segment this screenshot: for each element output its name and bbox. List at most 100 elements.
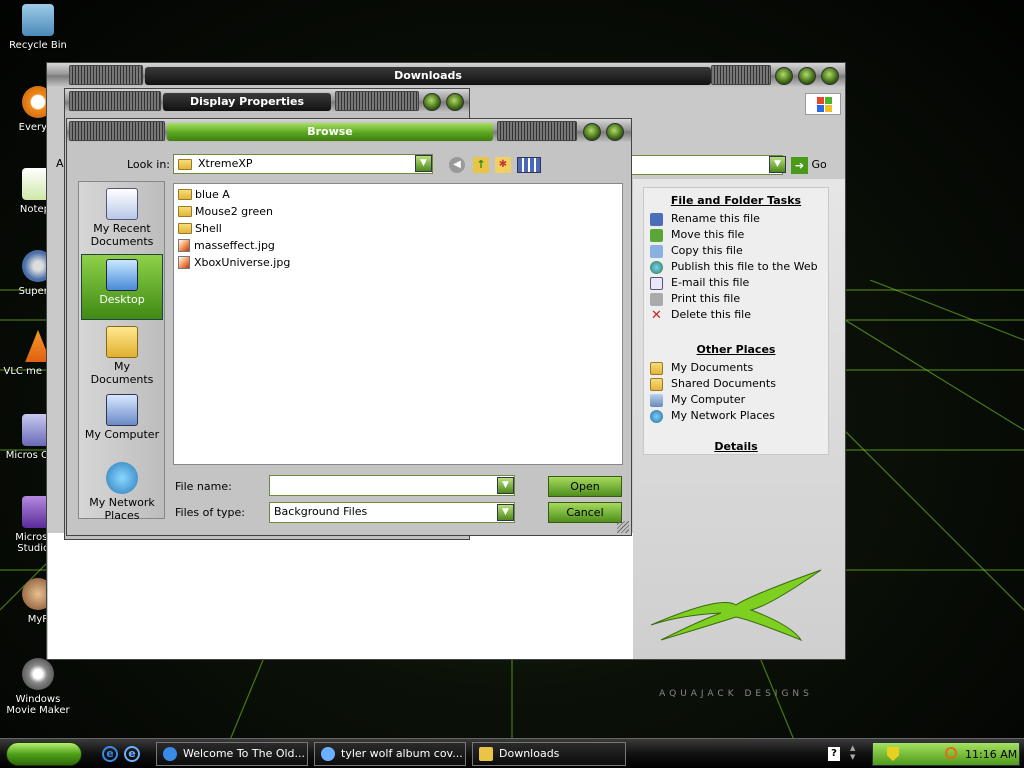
help-tray-icon[interactable]: ? [828,747,840,761]
place-my-computer[interactable]: My Computer [644,392,828,408]
titlebar-ridge [69,65,143,85]
titlebar-ridge [69,121,165,141]
up-folder-icon[interactable]: ↑ [473,157,489,173]
task-print[interactable]: Print this file [644,291,828,307]
task-delete[interactable]: ✕ Delete this file [644,307,828,323]
ie-quicklaunch-icon-2[interactable]: e [124,746,140,762]
delete-icon: ✕ [651,307,662,323]
ie-quicklaunch-icon[interactable]: e [102,746,118,762]
task-move[interactable]: Move this file [644,227,828,243]
desktop-icon-movie-maker[interactable]: Windows Movie Maker [0,658,76,716]
cancel-button[interactable]: Cancel [548,502,622,523]
folder-icon [178,206,192,217]
place-network[interactable]: My Network Places [81,458,163,522]
file-folder-tasks-panel: File and Folder Tasks Rename this file M… [643,187,829,455]
titlebar-ridge-right [335,91,419,111]
computer-icon [650,393,663,407]
files-of-type-dropdown-button[interactable]: ▼ [497,504,514,521]
file-name-label: File name: [175,480,232,493]
browser-icon [321,747,335,761]
task-copy[interactable]: Copy this file [644,243,828,259]
search-icon[interactable] [945,747,957,759]
address-dropdown-button[interactable]: ▼ [769,156,786,173]
close-button[interactable] [821,67,839,85]
place-my-documents[interactable]: My Documents [81,322,163,388]
look-in-dropdown-button[interactable]: ▼ [415,155,432,172]
resize-grip[interactable] [617,521,629,533]
go-arrow-icon: ➜ [791,156,808,174]
xbox-x-logo [650,569,822,642]
help-button[interactable] [583,123,601,141]
downloads-title: Downloads [145,67,711,85]
place-recent-documents[interactable]: My Recent Documents [81,184,163,250]
back-icon[interactable]: ◀ [449,157,465,173]
go-button[interactable]: ➜ Go [791,155,837,175]
other-places-header[interactable]: Other Places [644,343,828,356]
my-computer-icon [106,394,138,426]
file-name-dropdown-button[interactable]: ▼ [497,477,514,494]
desktop-icon [106,259,138,291]
open-button[interactable]: Open [548,476,622,497]
list-item[interactable]: XboxUniverse.jpg [174,254,622,271]
places-bar: My Recent Documents Desktop My Documents… [78,181,165,522]
files-of-type-select[interactable]: Background Files [269,502,515,523]
ie-icon [163,747,177,761]
file-list[interactable]: blue A Mouse2 green Shell masseffect.jpg… [173,183,623,465]
titlebar-ridge-right [497,121,577,141]
maximize-button[interactable] [798,67,816,85]
minimize-button[interactable] [775,67,793,85]
list-item[interactable]: blue A [174,186,622,203]
file-tasks-header[interactable]: File and Folder Tasks [644,194,828,207]
help-button[interactable] [423,93,441,111]
browse-title: Browse [167,123,493,141]
list-item[interactable]: masseffect.jpg [174,237,622,254]
folder-icon [650,361,663,375]
look-in-label: Look in: [127,158,170,171]
browse-titlebar[interactable]: Browse [67,119,631,143]
task-publish[interactable]: Publish this file to the Web [644,259,828,275]
titlebar-ridge-right [711,65,771,85]
folder-icon [178,159,192,170]
close-button[interactable] [606,123,624,141]
start-button[interactable] [6,742,82,766]
film-reel-icon [22,658,54,690]
file-name-input[interactable] [269,475,515,496]
address-bar[interactable] [627,155,783,175]
aquajack-watermark: AQUAJACK DESIGNS [659,689,813,699]
task-rename[interactable]: Rename this file [644,211,828,227]
list-item[interactable]: Mouse2 green [174,203,622,220]
desktop-icon-recycle-bin[interactable]: Recycle Bin [0,4,76,51]
globe-icon [650,260,663,274]
place-shared-documents[interactable]: Shared Documents [644,376,828,392]
list-item[interactable]: Shell [174,220,622,237]
close-button[interactable] [446,93,464,111]
downloads-titlebar[interactable]: Downloads [47,63,845,87]
taskbar-button-downloads[interactable]: Downloads [472,742,626,766]
place-desktop[interactable]: Desktop [81,254,163,320]
email-icon [650,276,663,290]
folder-icon [479,747,493,761]
view-menu-icon[interactable] [517,157,541,173]
clock[interactable]: 11:16 AM [965,748,1017,761]
place-my-computer[interactable]: My Computer [81,390,163,456]
browse-dialog: Browse Look in: XtremeXP ▼ ◀ ↑ ✱ My Rece… [66,118,632,536]
shield-icon[interactable] [887,747,899,761]
display-properties-title: Display Properties [163,93,331,111]
place-my-network[interactable]: My Network Places [644,408,828,424]
new-folder-icon[interactable]: ✱ [495,157,511,173]
display-properties-titlebar[interactable]: Display Properties [65,89,469,113]
taskbar-button-welcome[interactable]: Welcome To The Old... [156,742,308,766]
place-my-documents[interactable]: My Documents [644,360,828,376]
look-in-select[interactable]: XtremeXP [173,154,433,174]
network-icon [650,409,663,423]
recent-docs-icon [106,188,138,220]
copy-icon [650,244,663,258]
files-of-type-label: Files of type: [175,506,246,519]
network-places-icon [106,462,138,494]
folder-icon [178,189,192,200]
tray-scroll-arrows[interactable]: ▲ ▼ [850,744,855,762]
details-header[interactable]: Details [644,440,828,453]
my-documents-icon [106,326,138,358]
task-email[interactable]: E-mail this file [644,275,828,291]
taskbar-button-tyler[interactable]: tyler wolf album cov... [314,742,466,766]
